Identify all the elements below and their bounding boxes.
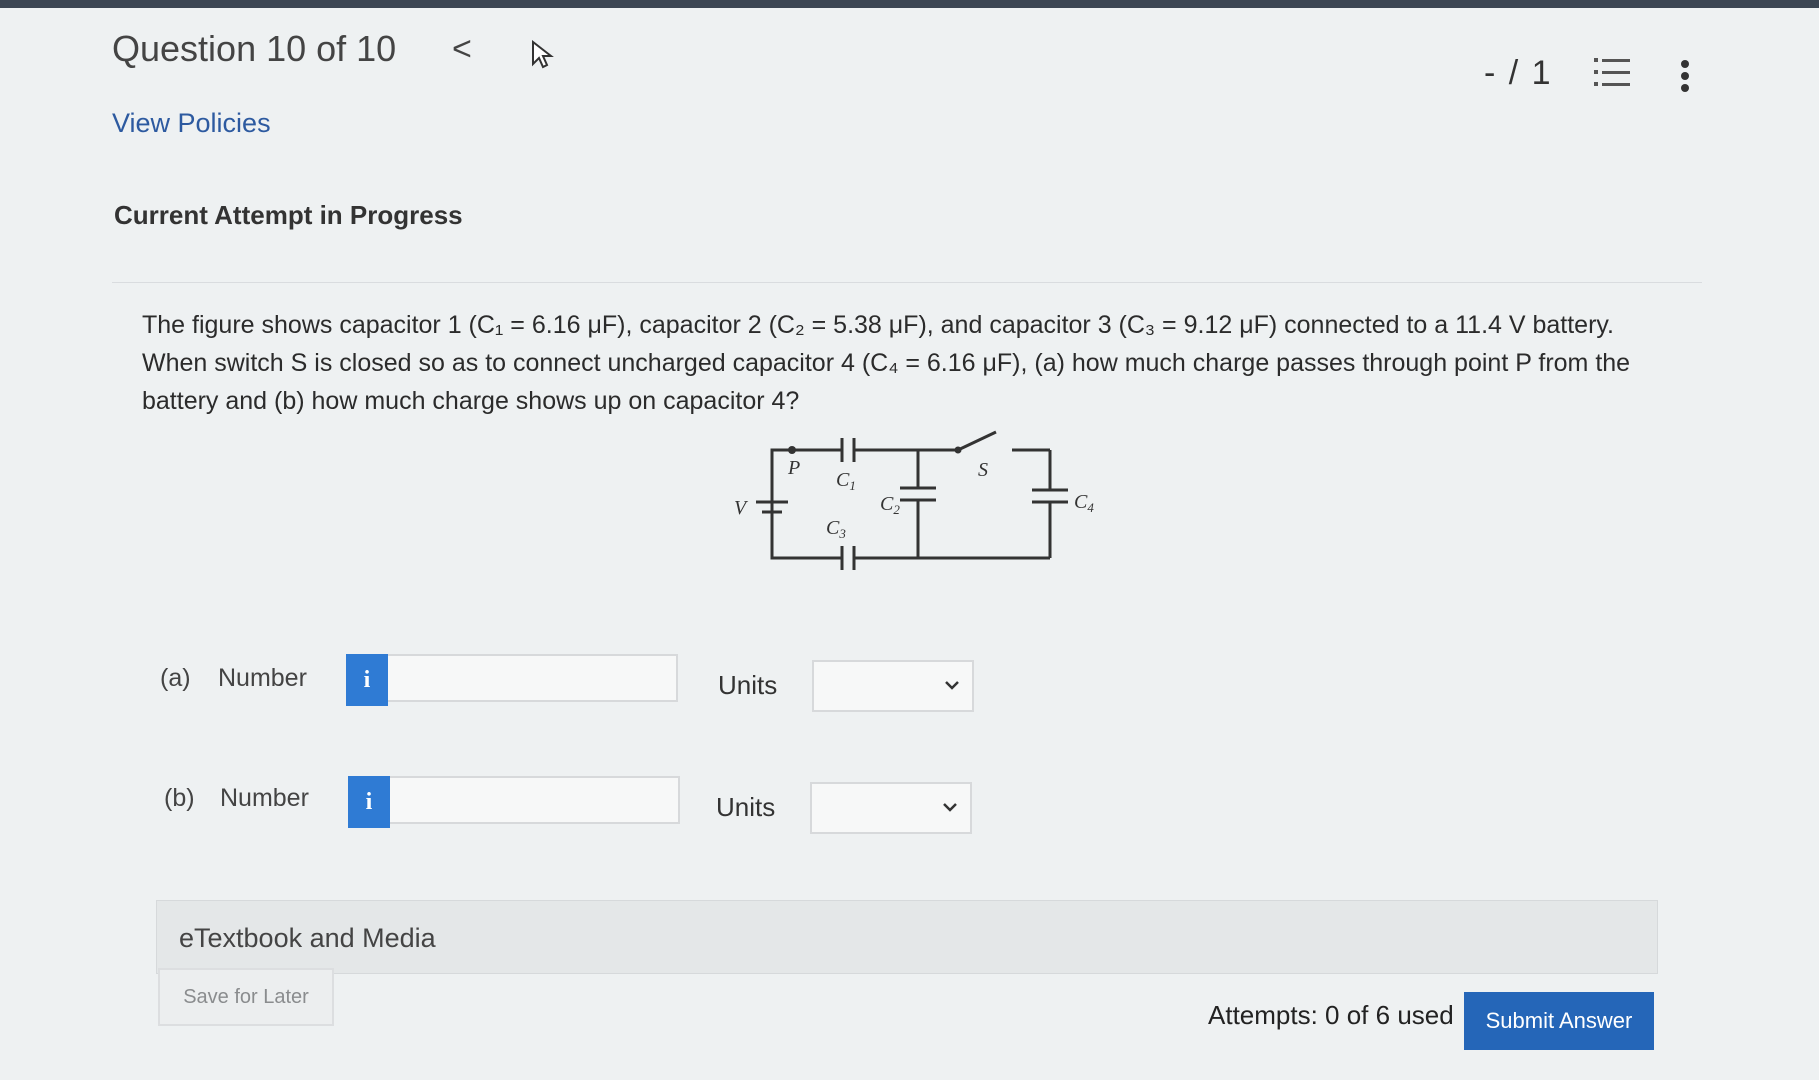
cursor-icon <box>530 39 556 75</box>
part-b-info-button[interactable]: i <box>348 776 390 828</box>
c3-label: C3 <box>826 517 846 541</box>
more-options-icon[interactable] <box>1680 60 1690 97</box>
save-for-later-button[interactable]: Save for Later <box>158 968 334 1026</box>
question-text: The figure shows capacitor 1 (C₁ = 6.16 … <box>142 306 1672 420</box>
question-line-2: When switch S is closed so as to connect… <box>142 349 1631 377</box>
question-line-3: battery and (b) how much charge shows up… <box>142 387 800 415</box>
part-a-label: (a) <box>160 664 191 692</box>
part-a-units-select[interactable] <box>812 660 974 712</box>
part-b-units-label: Units <box>716 792 776 822</box>
chevron-down-icon <box>944 678 960 696</box>
attempts-counter: Attempts: 0 of 6 used <box>1208 1000 1454 1030</box>
part-b-number-label: Number <box>220 784 309 812</box>
c2-label: C2 <box>880 493 900 517</box>
part-b-number-group: i <box>348 776 680 828</box>
switch-s-label: S <box>978 459 988 481</box>
part-a-number-label: Number <box>218 664 307 692</box>
part-b-units-select[interactable] <box>810 782 972 834</box>
divider <box>112 282 1702 283</box>
part-a-info-button[interactable]: i <box>346 654 388 706</box>
submit-answer-button[interactable]: Submit Answer <box>1464 992 1654 1050</box>
c1-label: C1 <box>836 469 856 493</box>
part-a-number-input[interactable] <box>388 654 678 702</box>
attempt-status: Current Attempt in Progress <box>114 200 463 230</box>
previous-question-button[interactable]: < <box>452 30 472 69</box>
etextbook-label: eTextbook and Media <box>179 923 436 953</box>
part-b-number-input[interactable] <box>390 776 680 824</box>
c4-label: C4 <box>1074 491 1094 515</box>
circuit-figure: P V S C1 C2 C3 C4 <box>730 430 1110 575</box>
score-display: - / 1 <box>1484 54 1553 92</box>
question-list-icon[interactable] <box>1594 56 1630 93</box>
part-a-number-group: i <box>346 654 678 706</box>
part-b-label: (b) <box>164 784 195 812</box>
chevron-down-icon <box>942 800 958 818</box>
part-a-units-label: Units <box>718 670 778 700</box>
view-policies-link[interactable]: View Policies <box>112 108 271 139</box>
question-line-1: The figure shows capacitor 1 (C₁ = 6.16 … <box>142 311 1614 339</box>
point-p-label: P <box>787 457 800 479</box>
battery-v-label: V <box>734 497 749 519</box>
top-bar <box>0 0 1819 8</box>
question-counter: Question 10 of 10 <box>112 28 397 69</box>
etextbook-panel[interactable]: eTextbook and Media <box>156 900 1658 974</box>
